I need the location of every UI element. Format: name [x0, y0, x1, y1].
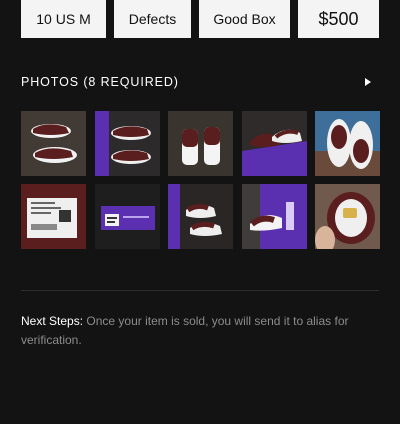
condition-chip[interactable]: Defects — [114, 0, 191, 38]
attribute-chips: 10 US M Defects Good Box $500 — [21, 0, 379, 38]
photo-thumbnail[interactable] — [94, 111, 160, 176]
section-divider — [21, 290, 379, 291]
expand-arrow-icon[interactable] — [365, 78, 371, 86]
photo-thumbnail[interactable] — [241, 111, 307, 176]
photo-thumbnail[interactable] — [168, 111, 233, 176]
next-steps-note: Next Steps: Once your item is sold, you … — [21, 312, 366, 350]
photo-thumbnail[interactable] — [315, 184, 380, 249]
size-chip[interactable]: 10 US M — [21, 0, 106, 38]
photo-thumbnail[interactable] — [241, 184, 307, 249]
photos-title: PHOTOS (8 REQUIRED) — [21, 75, 179, 89]
photo-thumbnail[interactable] — [94, 184, 160, 249]
photo-thumbnail[interactable] — [168, 184, 233, 249]
photo-thumbnail[interactable] — [21, 111, 86, 176]
photo-thumbnail[interactable] — [21, 184, 86, 249]
photo-grid — [21, 111, 380, 249]
packaging-chip[interactable]: Good Box — [199, 0, 290, 38]
photo-thumbnail[interactable] — [315, 111, 380, 176]
next-steps-label: Next Steps: — [21, 314, 84, 328]
price-chip[interactable]: $500 — [298, 0, 379, 38]
photos-header[interactable]: PHOTOS (8 REQUIRED) — [21, 72, 379, 92]
